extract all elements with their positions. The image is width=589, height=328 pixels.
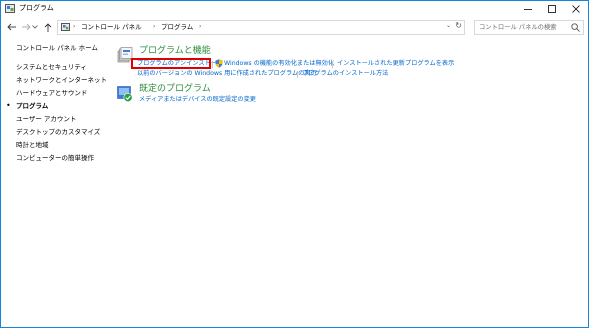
- window-title: プログラム: [19, 4, 54, 12]
- compatibility-link[interactable]: 以前のバージョンの Windows 用に作成されたプログラムの実行: [137, 70, 317, 78]
- breadcrumb-programs[interactable]: プログラム: [161, 22, 193, 32]
- breadcrumb-control-panel[interactable]: コントロール パネル: [81, 22, 142, 32]
- search-icon[interactable]: [571, 23, 580, 32]
- breadcrumb-separator-icon[interactable]: ›: [153, 22, 155, 32]
- current-item-bullet-icon: •: [6, 101, 11, 110]
- back-button[interactable]: [5, 21, 17, 33]
- recent-locations-button[interactable]: [31, 21, 39, 33]
- refresh-icon[interactable]: ↻: [455, 21, 462, 30]
- sidebar-item-hardware-sound[interactable]: ハードウェアとサウンド: [16, 89, 87, 98]
- forward-arrow-icon: [21, 23, 31, 31]
- media-device-defaults-link[interactable]: メディアまたはデバイスの既定設定の変更: [139, 96, 256, 104]
- programs-features-title[interactable]: プログラムと機能: [139, 46, 211, 57]
- breadcrumb-separator-icon[interactable]: ›: [73, 22, 75, 32]
- back-arrow-icon: [6, 23, 16, 31]
- control-panel-icon: [61, 23, 70, 31]
- link-divider: [332, 61, 333, 68]
- maximize-button[interactable]: [540, 1, 564, 17]
- windows-features-link[interactable]: Windows の機能の有効化または無効化: [224, 60, 334, 68]
- maximize-icon: [548, 5, 556, 13]
- control-panel-window: プログラム › コントロール パネル › プログラム › ⌄ ↻ コントロール …: [0, 0, 589, 328]
- title-bar[interactable]: プログラム: [1, 1, 588, 17]
- chevron-down-icon: [32, 25, 38, 29]
- search-box[interactable]: [474, 20, 584, 35]
- sidebar-item-network[interactable]: ネットワークとインターネット: [16, 76, 107, 85]
- minimize-button[interactable]: [516, 1, 540, 17]
- link-divider: [212, 61, 213, 68]
- highlight-box: [131, 58, 211, 69]
- sidebar-item-user-accounts[interactable]: ユーザー アカウント: [16, 115, 76, 124]
- sidebar-item-home[interactable]: コントロール パネル ホーム: [16, 44, 98, 53]
- search-input[interactable]: [475, 21, 571, 34]
- close-button[interactable]: [564, 1, 588, 17]
- sidebar-item-system-security[interactable]: システムとセキュリティ: [16, 63, 87, 72]
- shield-icon: [215, 59, 223, 68]
- sidebar-item-clock-region[interactable]: 時計と地域: [16, 141, 49, 150]
- address-bar[interactable]: › コントロール パネル › プログラム › ⌄ ↻: [57, 20, 465, 35]
- address-dropdown-icon[interactable]: ⌄: [446, 22, 451, 29]
- how-to-install-link[interactable]: プログラムのインストール方法: [302, 70, 388, 78]
- sidebar-item-appearance[interactable]: デスクトップのカスタマイズ: [16, 128, 100, 137]
- breadcrumb-separator-icon[interactable]: ›: [199, 22, 201, 32]
- control-panel-icon: [5, 4, 15, 13]
- address-row: › コントロール パネル › プログラム › ⌄ ↻: [1, 17, 588, 37]
- sidebar-item-programs: プログラム: [16, 102, 49, 110]
- minimize-icon: [524, 9, 532, 10]
- link-divider: [297, 71, 298, 78]
- sidebar-item-ease-of-access[interactable]: コンピューターの簡単操作: [16, 154, 94, 163]
- default-programs-icon[interactable]: [117, 86, 133, 102]
- up-button[interactable]: [42, 21, 54, 33]
- up-arrow-icon: [44, 22, 52, 32]
- view-updates-link[interactable]: インストールされた更新プログラムを表示: [337, 60, 454, 68]
- default-programs-title[interactable]: 既定のプログラム: [139, 84, 211, 95]
- close-icon: [572, 5, 580, 13]
